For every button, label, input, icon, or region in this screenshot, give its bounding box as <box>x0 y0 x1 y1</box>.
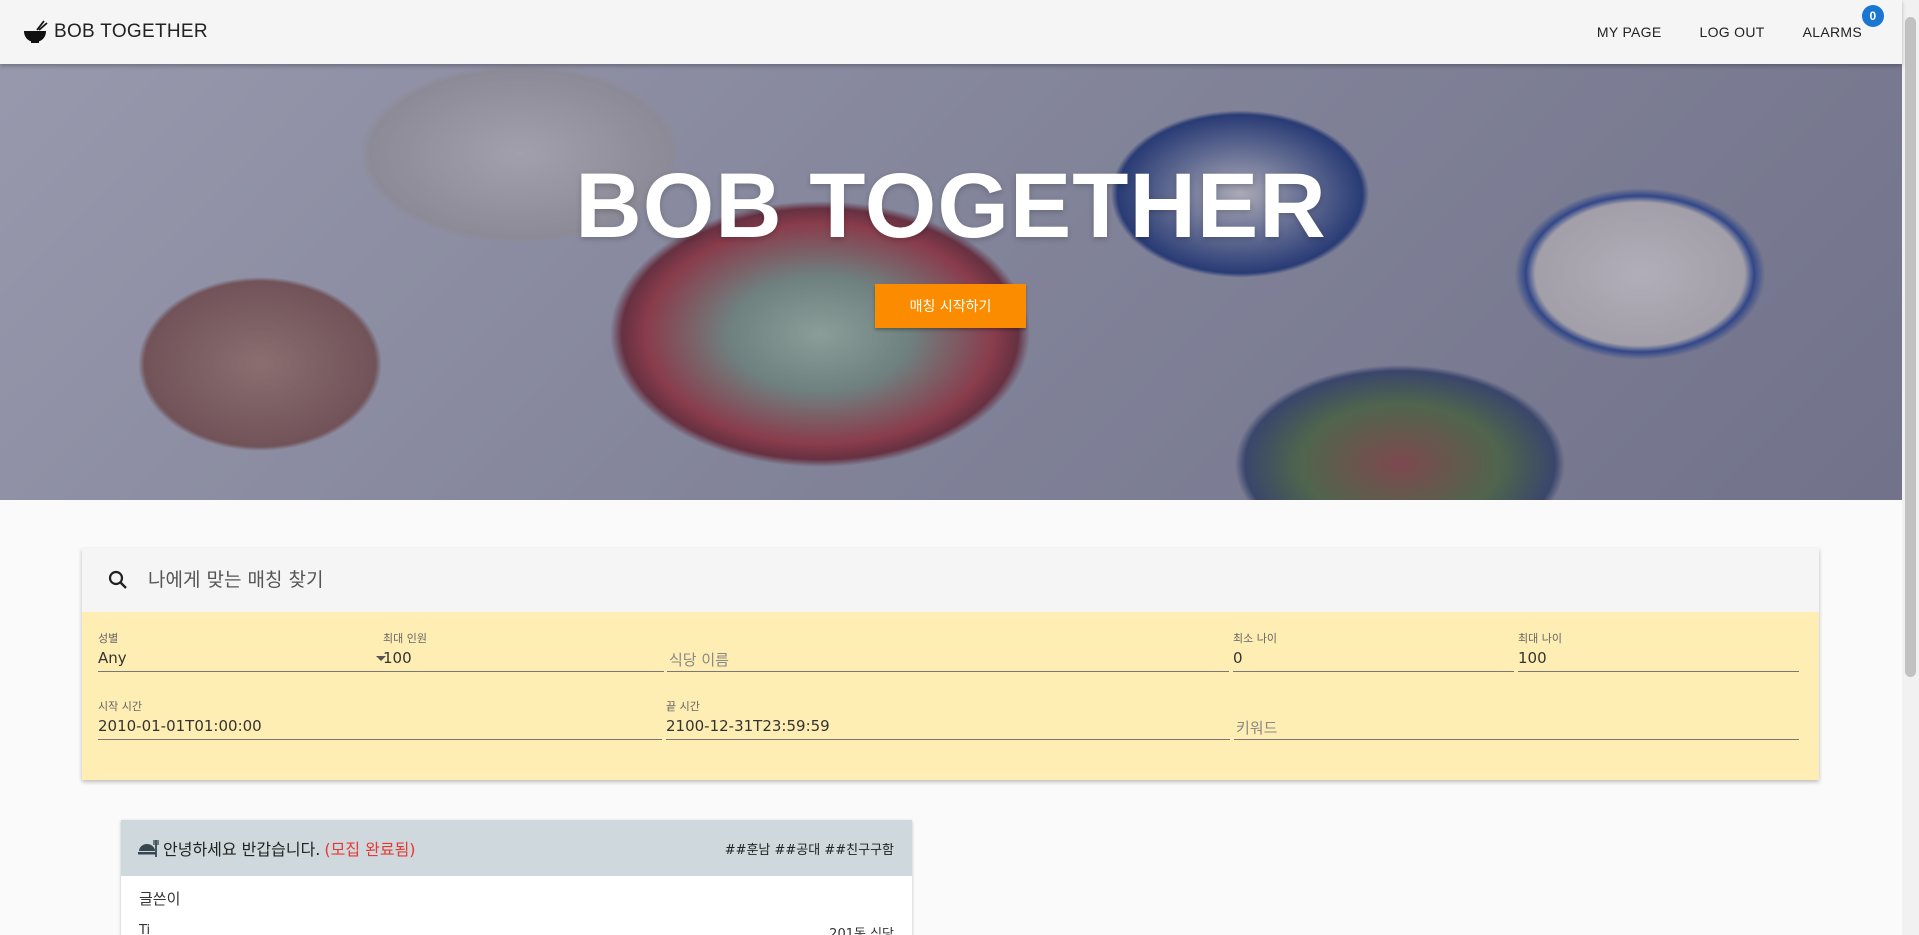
start-time-field[interactable]: 시작 시간 2010-01-01T01:00:00 <box>98 698 662 740</box>
max-age-label: 최대 나이 <box>1518 632 1562 645</box>
page-scrollbar[interactable] <box>1902 0 1919 935</box>
meal-icon <box>138 840 159 857</box>
post-author-label: 글쓴이 <box>139 890 181 908</box>
post-card-body: 글쓴이 Ti 201동 식당 <box>121 876 912 935</box>
max-people-label: 최대 인원 <box>383 632 427 645</box>
start-time-value: 2010-01-01T01:00:00 <box>98 717 262 735</box>
start-time-label: 시작 시간 <box>98 700 142 713</box>
hero-banner: BOB TOGETHER 매칭 시작하기 <box>0 64 1902 500</box>
alarm-count-badge: 0 <box>1862 5 1884 27</box>
post-info-row: Ti 201동 식당 <box>139 923 894 935</box>
scrollbar-thumb[interactable] <box>1905 17 1916 677</box>
hero-title: BOB TOGETHER <box>575 155 1327 257</box>
gender-value: Any <box>98 649 127 667</box>
restaurant-name-placeholder: 식당 이름 <box>669 651 729 669</box>
search-panel: 성별 Any 최대 인원 100 식당 이름 최소 나이 0 최대 나이 100… <box>82 548 1819 780</box>
post-info-left: Ti <box>139 923 151 935</box>
alarms-label: ALARMS <box>1802 24 1862 40</box>
keyword-placeholder: 키워드 <box>1236 719 1278 737</box>
log-out-button[interactable]: LOG OUT <box>1700 24 1765 40</box>
top-nav: MY PAGE LOG OUT ALARMS 0 <box>1559 0 1884 64</box>
rice-bowl-icon <box>24 20 48 43</box>
search-icon[interactable] <box>106 568 130 592</box>
restaurant-name-field[interactable]: 식당 이름 <box>667 630 1229 672</box>
keyword-field[interactable]: 키워드 <box>1234 698 1799 740</box>
post-title: 안녕하세요 반갑습니다. <box>163 840 321 859</box>
min-age-label: 최소 나이 <box>1233 632 1277 645</box>
gender-select[interactable]: 성별 Any <box>98 630 388 672</box>
max-age-field[interactable]: 최대 나이 100 <box>1518 630 1799 672</box>
alarms-button[interactable]: ALARMS 0 <box>1802 5 1884 40</box>
end-time-field[interactable]: 끝 시간 2100-12-31T23:59:59 <box>666 698 1230 740</box>
max-age-value: 100 <box>1518 649 1547 667</box>
search-input[interactable] <box>148 569 1648 591</box>
min-age-value: 0 <box>1233 649 1243 667</box>
end-time-label: 끝 시간 <box>666 700 700 713</box>
app-bar: BOB TOGETHER MY PAGE LOG OUT ALARMS 0 <box>0 0 1902 64</box>
app-title: BOB TOGETHER <box>54 21 208 42</box>
post-tags: ##훈남 ##공대 ##친구구함 <box>724 842 894 858</box>
post-card-header: 안녕하세요 반갑습니다. (모집 완료됨) ##훈남 ##공대 ##친구구함 <box>121 820 912 876</box>
search-bar <box>82 548 1819 612</box>
my-page-button[interactable]: MY PAGE <box>1597 24 1662 40</box>
max-people-value: 100 <box>383 649 412 667</box>
min-age-field[interactable]: 최소 나이 0 <box>1233 630 1514 672</box>
post-card[interactable]: 안녕하세요 반갑습니다. (모집 완료됨) ##훈남 ##공대 ##친구구함 글… <box>121 820 912 935</box>
max-people-field[interactable]: 최대 인원 100 <box>383 630 664 672</box>
gender-label: 성별 <box>98 632 119 645</box>
post-status: (모집 완료됨) <box>324 840 416 859</box>
start-matching-button[interactable]: 매칭 시작하기 <box>875 284 1026 328</box>
brand[interactable]: BOB TOGETHER <box>22 19 208 45</box>
post-info-right: 201동 식당 <box>829 927 894 935</box>
end-time-value: 2100-12-31T23:59:59 <box>666 717 830 735</box>
